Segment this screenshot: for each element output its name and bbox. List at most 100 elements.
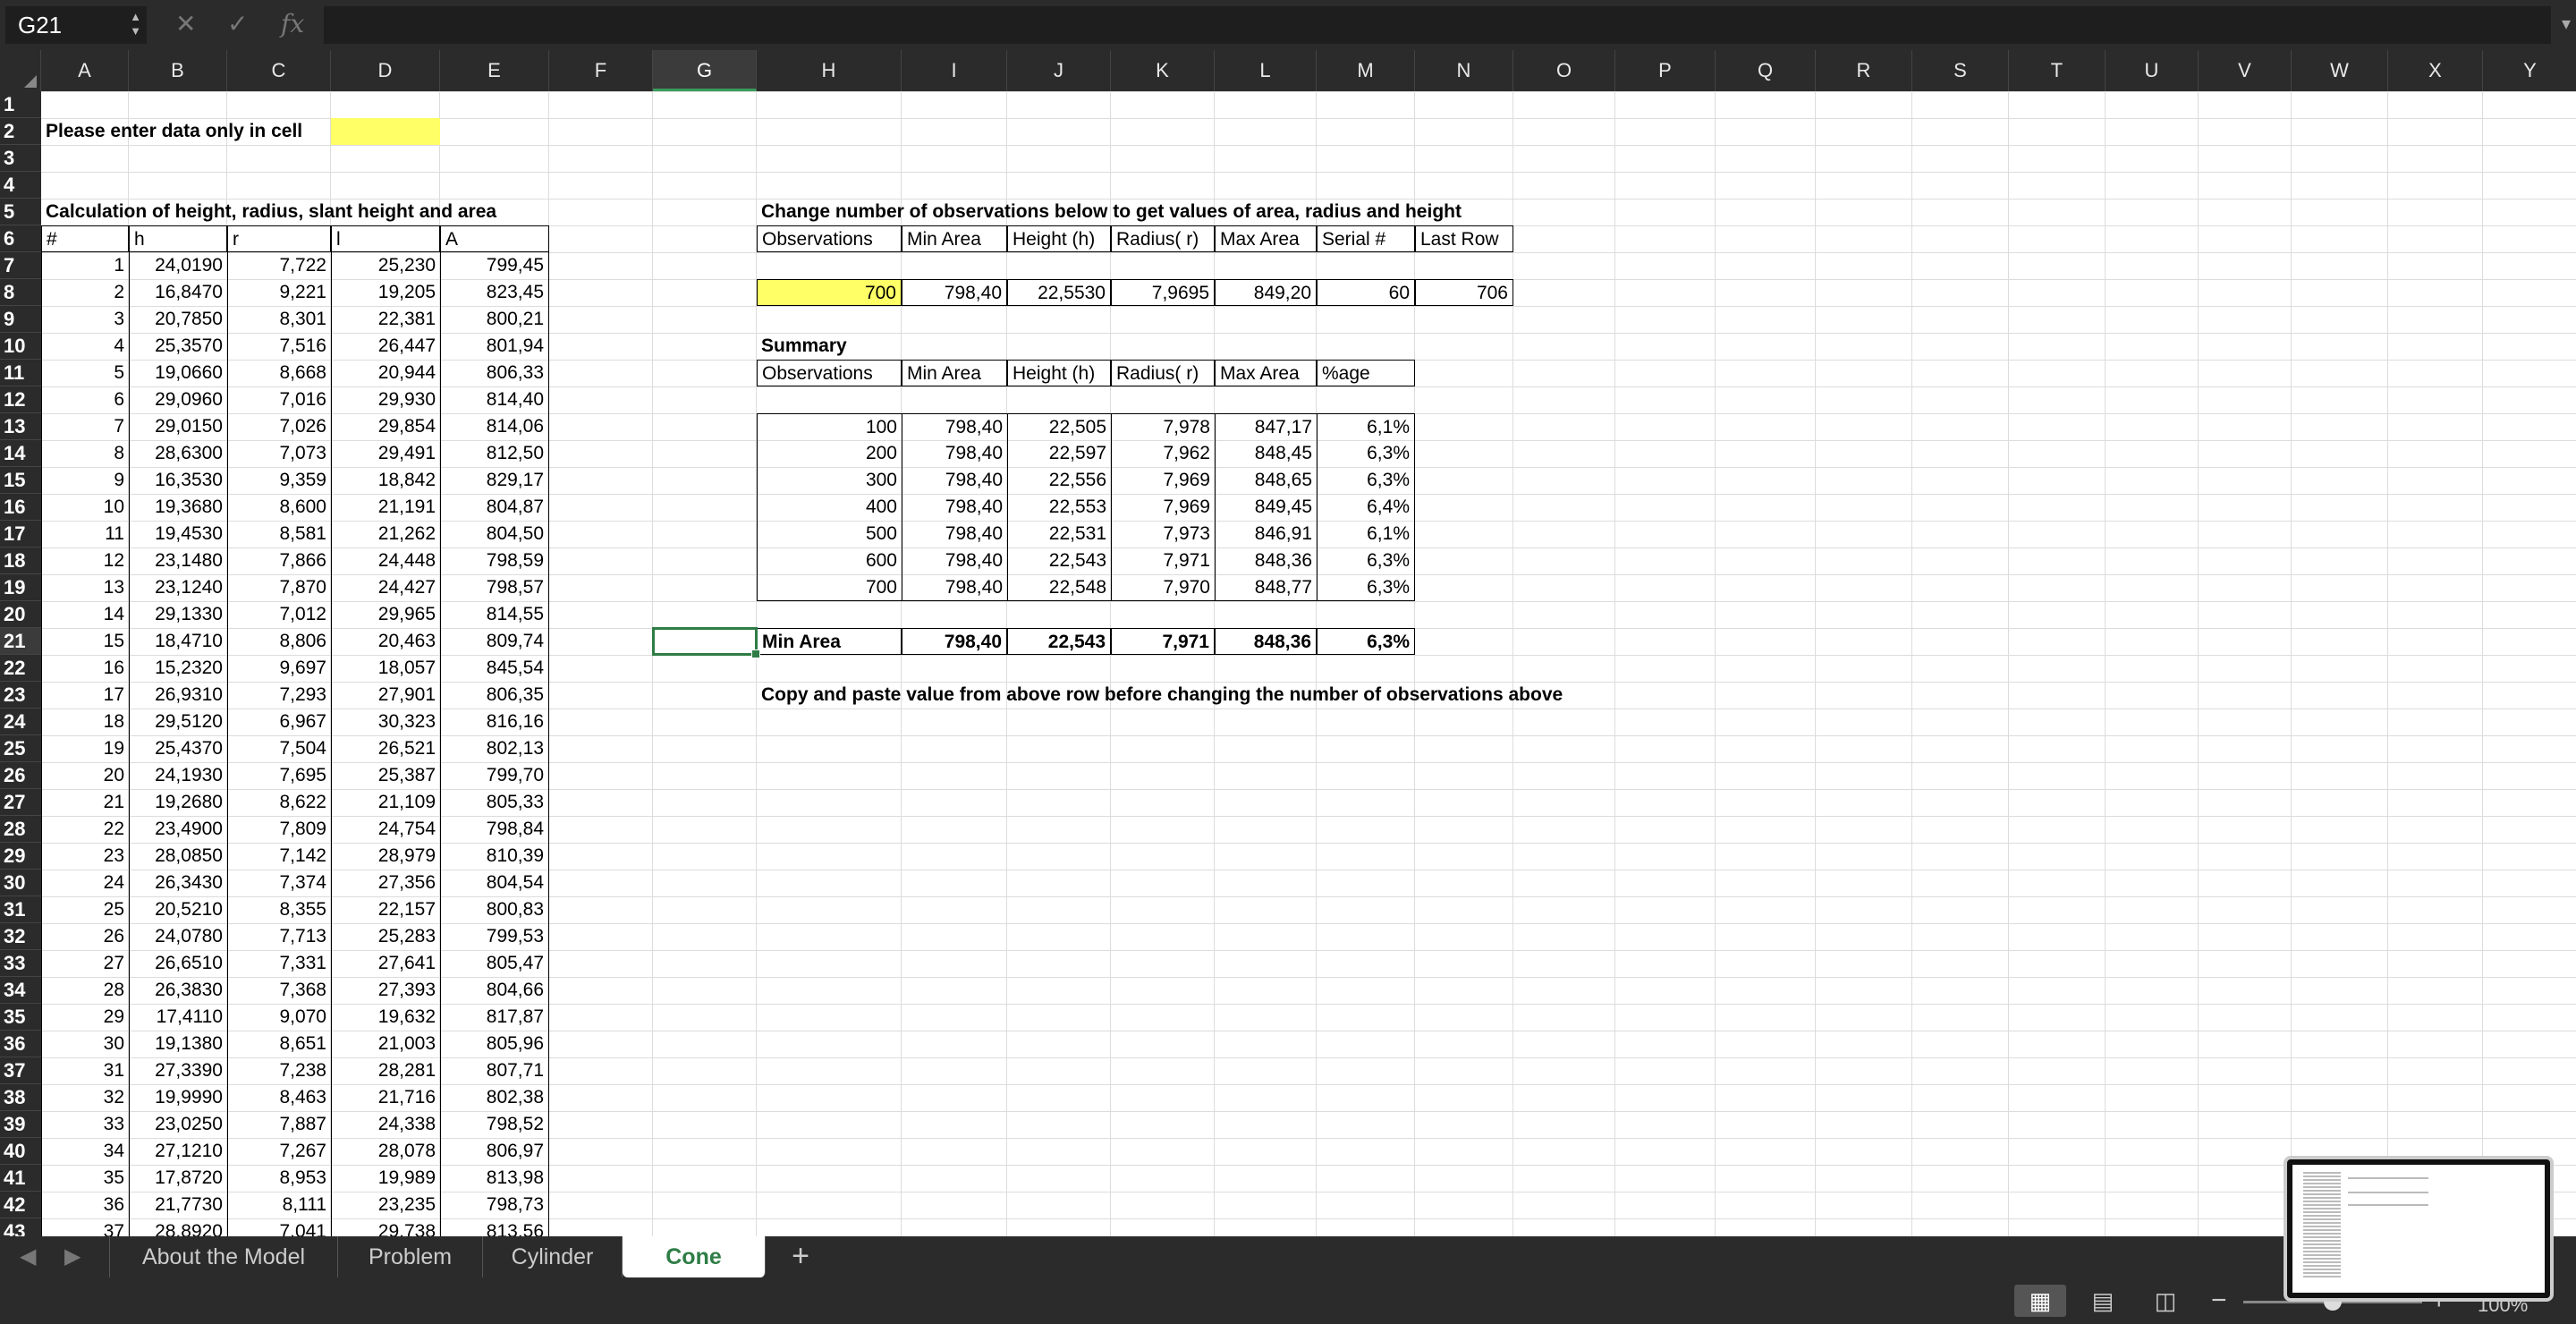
obs-header[interactable]: Observations bbox=[757, 225, 902, 252]
data-cell[interactable]: 25,4370 bbox=[129, 735, 227, 762]
data-cell[interactable]: 802,38 bbox=[440, 1084, 549, 1111]
data-cell[interactable]: 22,381 bbox=[331, 306, 440, 333]
data-cell[interactable]: 814,55 bbox=[440, 601, 549, 628]
row-header-19[interactable]: 19 bbox=[0, 574, 41, 601]
row-header-41[interactable]: 41 bbox=[0, 1165, 41, 1192]
data-cell[interactable]: 20,463 bbox=[331, 628, 440, 655]
data-cell[interactable]: 805,96 bbox=[440, 1031, 549, 1057]
data-cell[interactable]: 16,3530 bbox=[129, 467, 227, 494]
summary-cell[interactable]: 400 bbox=[757, 494, 902, 521]
expand-formula-icon[interactable]: ▾ bbox=[2562, 13, 2571, 35]
data-cell[interactable]: 829,17 bbox=[440, 467, 549, 494]
column-header-a[interactable]: A bbox=[41, 50, 129, 91]
data-cell[interactable]: 28 bbox=[41, 977, 129, 1004]
summary-cell[interactable]: 848,65 bbox=[1215, 467, 1317, 494]
data-cell[interactable]: 7,887 bbox=[227, 1111, 331, 1138]
summary-cell[interactable]: 846,91 bbox=[1215, 521, 1317, 547]
summary-cell[interactable]: 6,3% bbox=[1317, 574, 1415, 601]
summary-cell[interactable]: 798,40 bbox=[902, 547, 1007, 574]
data-cell[interactable]: 27,901 bbox=[331, 682, 440, 709]
data-cell[interactable]: 807,71 bbox=[440, 1057, 549, 1084]
data-cell[interactable]: 9,697 bbox=[227, 655, 331, 682]
calc-header-r[interactable]: r bbox=[227, 225, 331, 252]
data-cell[interactable]: 7,374 bbox=[227, 870, 331, 896]
row-header-43[interactable]: 43 bbox=[0, 1218, 41, 1236]
summary-cell[interactable]: 849,45 bbox=[1215, 494, 1317, 521]
data-cell[interactable]: 18 bbox=[41, 709, 129, 735]
min-area-cell[interactable]: 6,3% bbox=[1317, 628, 1415, 655]
summary-cell[interactable]: 798,40 bbox=[902, 574, 1007, 601]
summary-cell[interactable]: 22,543 bbox=[1007, 547, 1111, 574]
summary-cell[interactable]: 848,45 bbox=[1215, 440, 1317, 467]
row-header-17[interactable]: 17 bbox=[0, 521, 41, 547]
row-header-33[interactable]: 33 bbox=[0, 950, 41, 977]
summary-cell[interactable]: 22,556 bbox=[1007, 467, 1111, 494]
data-cell[interactable]: 17 bbox=[41, 682, 129, 709]
data-cell[interactable]: 13 bbox=[41, 574, 129, 601]
summary-cell[interactable]: 7,973 bbox=[1111, 521, 1215, 547]
summary-cell[interactable]: 847,17 bbox=[1215, 413, 1317, 440]
data-cell[interactable]: 26 bbox=[41, 923, 129, 950]
obs-value[interactable]: 22,5530 bbox=[1007, 279, 1111, 306]
column-header-x[interactable]: X bbox=[2388, 50, 2483, 91]
column-header-f[interactable]: F bbox=[549, 50, 653, 91]
data-cell[interactable]: 8 bbox=[41, 440, 129, 467]
formula-input[interactable] bbox=[324, 6, 2551, 44]
data-cell[interactable]: 7 bbox=[41, 413, 129, 440]
column-header-y[interactable]: Y bbox=[2483, 50, 2576, 91]
summary-cell[interactable]: 798,40 bbox=[902, 521, 1007, 547]
data-cell[interactable]: 806,35 bbox=[440, 682, 549, 709]
data-cell[interactable]: 7,238 bbox=[227, 1057, 331, 1084]
data-cell[interactable]: 816,16 bbox=[440, 709, 549, 735]
tab-cone[interactable]: Cone bbox=[623, 1236, 766, 1277]
input-highlight-cell[interactable] bbox=[331, 118, 440, 145]
data-cell[interactable]: 8,301 bbox=[227, 306, 331, 333]
column-header-w[interactable]: W bbox=[2292, 50, 2388, 91]
row-header-21[interactable]: 21 bbox=[0, 628, 41, 655]
data-cell[interactable]: 28,078 bbox=[331, 1138, 440, 1165]
data-cell[interactable]: 809,74 bbox=[440, 628, 549, 655]
data-cell[interactable]: 23,0250 bbox=[129, 1111, 227, 1138]
data-cell[interactable]: 8,600 bbox=[227, 494, 331, 521]
data-cell[interactable]: 27,356 bbox=[331, 870, 440, 896]
data-cell[interactable]: 14 bbox=[41, 601, 129, 628]
cell-grid[interactable]: Please enter data only in cell Calculatio… bbox=[41, 91, 2576, 1236]
column-header-k[interactable]: K bbox=[1111, 50, 1215, 91]
add-sheet-button[interactable]: + bbox=[778, 1236, 823, 1277]
row-header-8[interactable]: 8 bbox=[0, 279, 41, 306]
summary-cell[interactable]: 300 bbox=[757, 467, 902, 494]
data-cell[interactable]: 33 bbox=[41, 1111, 129, 1138]
data-cell[interactable]: 31 bbox=[41, 1057, 129, 1084]
data-cell[interactable]: 24,338 bbox=[331, 1111, 440, 1138]
min-area-cell[interactable]: 798,40 bbox=[902, 628, 1007, 655]
data-cell[interactable]: 17,4110 bbox=[129, 1004, 227, 1031]
data-cell[interactable]: 8,622 bbox=[227, 789, 331, 816]
data-cell[interactable]: 805,47 bbox=[440, 950, 549, 977]
data-cell[interactable]: 7,695 bbox=[227, 762, 331, 789]
data-cell[interactable]: 29,965 bbox=[331, 601, 440, 628]
summary-header[interactable]: Radius( r) bbox=[1111, 360, 1215, 386]
summary-header[interactable]: Height (h) bbox=[1007, 360, 1111, 386]
summary-cell[interactable]: 798,40 bbox=[902, 467, 1007, 494]
row-header-32[interactable]: 32 bbox=[0, 923, 41, 950]
data-cell[interactable]: 3 bbox=[41, 306, 129, 333]
data-cell[interactable]: 799,45 bbox=[440, 252, 549, 279]
summary-cell[interactable]: 6,3% bbox=[1317, 467, 1415, 494]
data-cell[interactable]: 19,989 bbox=[331, 1165, 440, 1192]
data-cell[interactable]: 21,262 bbox=[331, 521, 440, 547]
row-header-36[interactable]: 36 bbox=[0, 1031, 41, 1057]
row-header-26[interactable]: 26 bbox=[0, 762, 41, 789]
row-header-14[interactable]: 14 bbox=[0, 440, 41, 467]
data-cell[interactable]: 800,21 bbox=[440, 306, 549, 333]
summary-cell[interactable]: 6,4% bbox=[1317, 494, 1415, 521]
data-cell[interactable]: 11 bbox=[41, 521, 129, 547]
data-cell[interactable]: 37 bbox=[41, 1218, 129, 1236]
column-header-r[interactable]: R bbox=[1816, 50, 1912, 91]
row-header-9[interactable]: 9 bbox=[0, 306, 41, 333]
data-cell[interactable]: 28,8920 bbox=[129, 1218, 227, 1236]
summary-cell[interactable]: 200 bbox=[757, 440, 902, 467]
data-cell[interactable]: 799,70 bbox=[440, 762, 549, 789]
data-cell[interactable]: 798,52 bbox=[440, 1111, 549, 1138]
data-cell[interactable]: 21,716 bbox=[331, 1084, 440, 1111]
data-cell[interactable]: 8,355 bbox=[227, 896, 331, 923]
